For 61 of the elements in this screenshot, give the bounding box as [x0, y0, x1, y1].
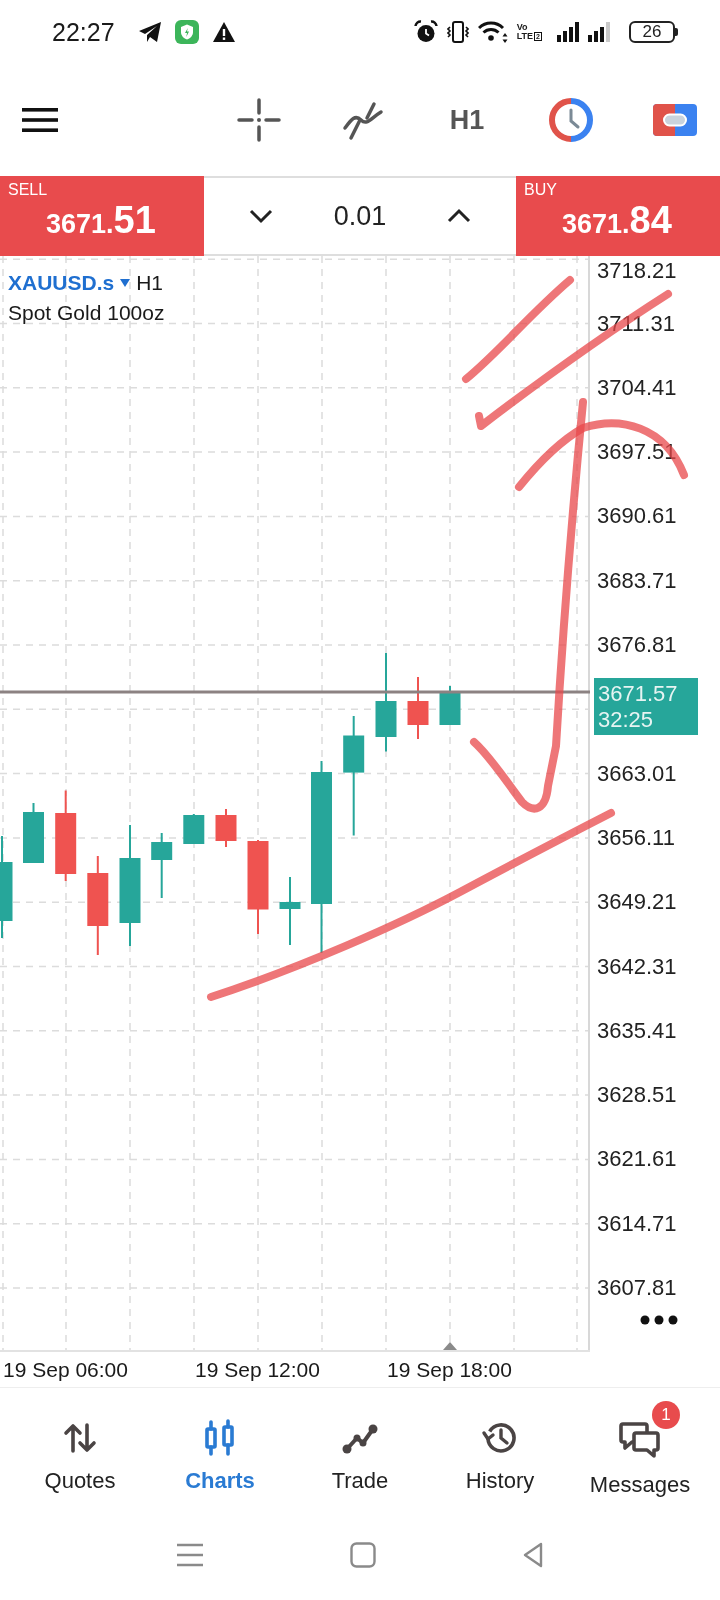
price-label: 3683.71: [597, 567, 677, 594]
price-label: 3642.31: [597, 953, 677, 980]
vibrate-icon: [446, 20, 469, 44]
price-label: 3704.41: [597, 374, 677, 401]
signal-icon: [588, 22, 610, 42]
notification-badge: 1: [652, 1401, 680, 1429]
time-label: 19 Sep 18:00: [387, 1357, 512, 1381]
alarm-icon: [413, 20, 438, 44]
status-time: 22:27: [52, 17, 115, 47]
symbol-description: Spot Gold 100oz: [8, 300, 165, 326]
menu-icon[interactable]: [22, 108, 58, 132]
candlestick-chart[interactable]: [0, 256, 590, 1352]
price-label: 3635.41: [597, 1017, 677, 1044]
price-label: 3676.81: [597, 632, 677, 658]
buy-button[interactable]: BUY 3671.84: [516, 176, 720, 256]
candlestick: [183, 814, 205, 844]
candlestick: [23, 803, 44, 863]
timeframe-button[interactable]: H1: [445, 104, 489, 136]
chevron-down-icon[interactable]: [248, 208, 275, 224]
triangle-marker-icon: [443, 1342, 457, 1350]
candlestick: [151, 833, 173, 898]
volume-value[interactable]: 0.01: [333, 200, 387, 232]
battery-indicator: 26: [629, 21, 678, 43]
current-price: 3671.57: [598, 680, 679, 707]
back-icon[interactable]: [522, 1542, 544, 1568]
time-label: 19 Sep 12:00: [195, 1357, 320, 1381]
more-icon[interactable]: [640, 1315, 678, 1325]
price-label: 3690.61: [597, 503, 677, 530]
bottom-nav-tab[interactable]: History: [430, 1388, 570, 1520]
candlestick: [439, 686, 461, 725]
home-square-icon[interactable]: [350, 1542, 376, 1568]
bottom-nav-tab[interactable]: Quotes: [10, 1388, 150, 1520]
price-label: 3621.61: [597, 1146, 677, 1173]
signal-icon: [557, 22, 579, 42]
time-label: 19 Sep 06:00: [3, 1357, 128, 1381]
crosshair-icon[interactable]: [237, 98, 281, 142]
bottom-nav-tab[interactable]: Charts: [150, 1388, 290, 1520]
clock-icon[interactable]: [549, 98, 593, 142]
bottom-nav-tab[interactable]: Messages 1: [570, 1388, 710, 1520]
timeframe-label: H1: [136, 270, 164, 296]
candlestick: [279, 877, 301, 945]
price-label: 3607.81: [597, 1275, 677, 1301]
price-label: 3718.21: [597, 258, 677, 284]
price-label: 3656.11: [597, 824, 675, 851]
bar-countdown: 32:25: [598, 706, 655, 733]
shield-icon: [174, 20, 199, 44]
price-label: 3649.21: [597, 889, 677, 916]
bottom-nav-tab[interactable]: Trade: [290, 1388, 430, 1520]
sell-button[interactable]: SELL 3671.51: [0, 176, 204, 256]
caret-icon[interactable]: [120, 278, 131, 288]
switch-icon[interactable]: [653, 104, 697, 136]
paper-plane-icon: [137, 21, 162, 43]
price-label: 3663.01: [597, 760, 677, 787]
symbol-selector[interactable]: XAUUSD.s: [8, 268, 115, 298]
warning-icon: [211, 21, 236, 43]
wifi-icon: [477, 20, 508, 44]
price-label: 3628.51: [597, 1082, 677, 1109]
chevron-up-icon[interactable]: [445, 208, 472, 224]
price-label: 3614.71: [597, 1210, 677, 1237]
candlestick: [407, 677, 429, 739]
candlestick: [215, 809, 237, 847]
